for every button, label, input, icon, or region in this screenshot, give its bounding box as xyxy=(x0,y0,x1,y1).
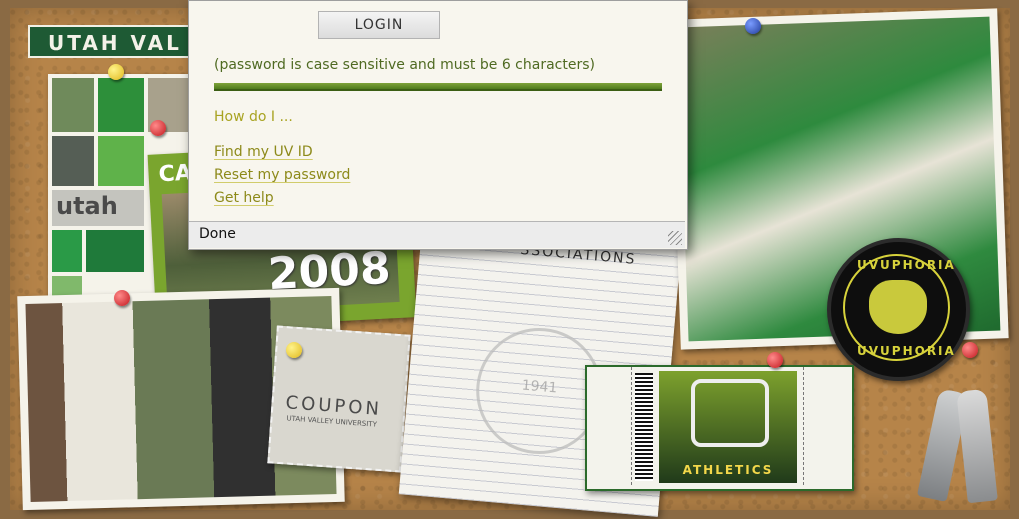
collage-tile xyxy=(98,136,144,186)
divider-bar xyxy=(214,83,662,91)
key-icon xyxy=(956,388,998,504)
pushpin-icon xyxy=(767,352,783,368)
status-bar: Done xyxy=(189,221,685,248)
ticket-athletics-text: ATHLETICS xyxy=(682,463,774,477)
pushpin-icon xyxy=(150,120,166,136)
collage-tile xyxy=(52,78,94,132)
ticket-stub-right xyxy=(803,367,852,485)
uv-logo-icon xyxy=(691,379,769,447)
pushpin-icon xyxy=(286,342,302,358)
ticket-stub-left xyxy=(587,367,632,485)
athletics-ticket: ATHLETICS xyxy=(585,365,854,491)
badge-top-text: UVUPHORIA xyxy=(857,258,956,272)
resize-grip-icon[interactable] xyxy=(668,231,682,245)
collage-tile xyxy=(98,78,144,132)
collage-label: utah xyxy=(56,192,118,220)
collage-tile xyxy=(86,230,144,272)
wolverine-icon xyxy=(869,280,927,334)
login-popup-window: LOGIN (password is case sensitive and mu… xyxy=(188,0,688,250)
password-hint: (password is case sensitive and must be … xyxy=(214,57,595,73)
find-uv-id-link[interactable]: Find my UV ID xyxy=(214,144,313,160)
utah-valley-banner: UTAH VAL xyxy=(28,25,193,58)
collage-tile xyxy=(52,230,82,272)
keys-icon xyxy=(916,370,1008,510)
reset-password-link[interactable]: Reset my password xyxy=(214,167,350,183)
banner-title: UTAH VAL xyxy=(48,31,182,55)
get-help-link[interactable]: Get help xyxy=(214,190,274,206)
how-do-i-heading: How do I ... xyxy=(214,109,293,125)
login-button[interactable]: LOGIN xyxy=(318,11,440,39)
badge-bottom-text: UVUPHORIA xyxy=(857,344,956,358)
status-text: Done xyxy=(199,226,236,242)
seal-year: 1941 xyxy=(520,377,558,397)
collage-tile xyxy=(52,136,94,186)
pushpin-icon xyxy=(962,342,978,358)
pushpin-icon xyxy=(745,18,761,34)
collage-tile: utah xyxy=(52,190,144,226)
pushpin-icon xyxy=(114,290,130,306)
pushpin-icon xyxy=(108,64,124,80)
uvuphoria-badge: UVUPHORIA UVUPHORIA xyxy=(827,238,970,381)
barcode-icon xyxy=(635,373,653,481)
